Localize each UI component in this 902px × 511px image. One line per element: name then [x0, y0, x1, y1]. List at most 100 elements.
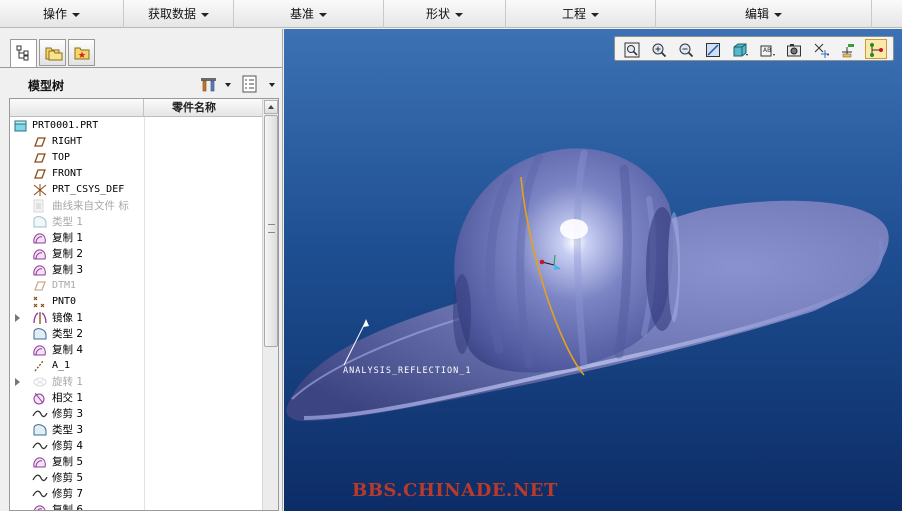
tree-item[interactable]: 曲线来自文件 标 [10, 198, 262, 214]
tree-item[interactable]: 相交 1 [10, 390, 262, 406]
tree-item-label: 曲线来自文件 标 [52, 200, 129, 212]
tree-settings-button[interactable] [198, 73, 234, 95]
folder-browser-icon [45, 47, 63, 61]
tree-item[interactable]: DTM1 [10, 278, 262, 294]
menu-editing[interactable]: 编辑 [656, 0, 872, 28]
datum-plane-icon [32, 135, 48, 149]
vertical-scrollbar[interactable] [262, 99, 278, 510]
trim-icon [32, 439, 48, 453]
model-tree-icon [16, 45, 29, 61]
annotation-display-button[interactable] [836, 39, 858, 59]
zoom-in-button[interactable] [647, 39, 669, 59]
tree-item[interactable]: 复制 6 [10, 502, 262, 510]
tree-item[interactable]: 修剪 3 [10, 406, 262, 422]
tree-item[interactable]: 镜像 1 [10, 310, 262, 326]
datum-plane-icon [32, 151, 48, 165]
tab-folder-browser[interactable] [39, 39, 66, 66]
tree-item[interactable]: TOP [10, 150, 262, 166]
scroll-thumb[interactable] [264, 115, 278, 347]
tree-item[interactable]: PNT0 [10, 294, 262, 310]
tree-header-blank [10, 99, 144, 117]
tree-item-label: PRT0001.PRT [32, 120, 99, 131]
copy-icon [32, 455, 48, 469]
tree-item-label: 修剪 3 [52, 408, 84, 420]
tab-favorites[interactable] [68, 39, 95, 66]
tree-item[interactable]: 修剪 5 [10, 470, 262, 486]
expand-arrow-icon[interactable] [15, 378, 20, 386]
scroll-up-button[interactable] [264, 100, 278, 114]
tree-item[interactable]: 旋转 1 [10, 374, 262, 390]
tree-item-label: 修剪 4 [52, 440, 84, 452]
tree-item-label: PNT0 [52, 296, 77, 307]
tree-item-label: 类型 3 [52, 424, 84, 436]
chevron-down-icon [201, 12, 209, 17]
tree-item[interactable]: RIGHT [10, 134, 262, 150]
revolve-icon [32, 375, 48, 389]
tree-item[interactable]: PRT_CSYS_DEF [10, 182, 262, 198]
zoom-out-icon [679, 43, 694, 58]
menu-label: 操作 [42, 7, 67, 21]
chevron-down-icon [591, 12, 599, 17]
menu-label: 编辑 [744, 7, 769, 21]
menu-bar: 操作 获取数据 基准 形状 工程 编辑 [0, 0, 902, 28]
tree-item[interactable]: 类型 2 [10, 326, 262, 342]
view-manager-button[interactable] [782, 39, 804, 59]
chevron-down-icon [774, 12, 782, 17]
chevron-down-icon [319, 12, 327, 17]
style-icon [32, 423, 48, 437]
analysis-label[interactable]: ANALYSIS_REFLECTION_1 [343, 366, 471, 376]
expand-arrow-icon[interactable] [15, 314, 20, 322]
menu-label: 基准 [289, 7, 314, 21]
copy-icon [32, 231, 48, 245]
tree-item-label: FRONT [52, 168, 83, 179]
column-header-part-name[interactable]: 零件名称 [144, 99, 244, 117]
neck-highlight-right [668, 212, 680, 322]
trim-icon [32, 471, 48, 485]
model-render [286, 148, 889, 421]
tree-item[interactable]: 复制 4 [10, 342, 262, 358]
tree-item[interactable]: 类型 1 [10, 214, 262, 230]
tree-item[interactable]: 复制 5 [10, 454, 262, 470]
tree-item[interactable]: A_1 [10, 358, 262, 374]
part-icon [14, 119, 30, 133]
graphics-viewport[interactable]: ANALYSIS_REFLECTION_1 BBS.CHINADE.NET AB [284, 29, 902, 511]
menu-label: 获取数据 [147, 7, 196, 21]
refit-button[interactable] [620, 39, 642, 59]
tree-item-label: 复制 1 [52, 232, 84, 244]
tree-item[interactable]: 类型 3 [10, 422, 262, 438]
style-icon [32, 215, 48, 229]
tree-item[interactable]: FRONT [10, 166, 262, 182]
copy-icon [32, 343, 48, 357]
svg-text:AB: AB [763, 47, 771, 54]
menu-shapes[interactable]: 形状 [384, 0, 506, 28]
spin-center-button[interactable] [865, 39, 887, 59]
tree-item[interactable]: 修剪 4 [10, 438, 262, 454]
watermark-text: BBS.CHINADE.NET [352, 480, 558, 501]
menu-operations[interactable]: 操作 [0, 0, 124, 28]
menu-get-data[interactable]: 获取数据 [124, 0, 234, 28]
datum-display-button[interactable] [809, 39, 831, 59]
saved-views-button[interactable]: AB [755, 39, 777, 59]
display-style-icon [733, 43, 748, 57]
tab-divider [0, 67, 282, 68]
tree-columns-button[interactable] [240, 73, 278, 95]
tree-item-label: 修剪 7 [52, 488, 84, 500]
tree-item[interactable]: 修剪 7 [10, 486, 262, 502]
repaint-button[interactable] [701, 39, 723, 59]
tab-model-tree[interactable] [10, 39, 37, 68]
tree-root-item[interactable]: PRT0001.PRT [10, 118, 262, 134]
tree-item-label: 镜像 1 [52, 312, 84, 324]
tree-item[interactable]: 复制 2 [10, 246, 262, 262]
display-style-button[interactable] [728, 39, 750, 59]
tree-item[interactable]: 复制 1 [10, 230, 262, 246]
tree-item-label: 修剪 5 [52, 472, 84, 484]
neck-shadow-left [453, 274, 471, 354]
tree-item[interactable]: 复制 3 [10, 262, 262, 278]
zoom-out-button[interactable] [674, 39, 696, 59]
style-icon [32, 327, 48, 341]
menu-datum[interactable]: 基准 [234, 0, 384, 28]
chevron-down-icon [269, 83, 275, 87]
tree-item-label: TOP [52, 152, 71, 163]
datum-plane-icon [32, 167, 48, 181]
menu-engineering[interactable]: 工程 [506, 0, 656, 28]
